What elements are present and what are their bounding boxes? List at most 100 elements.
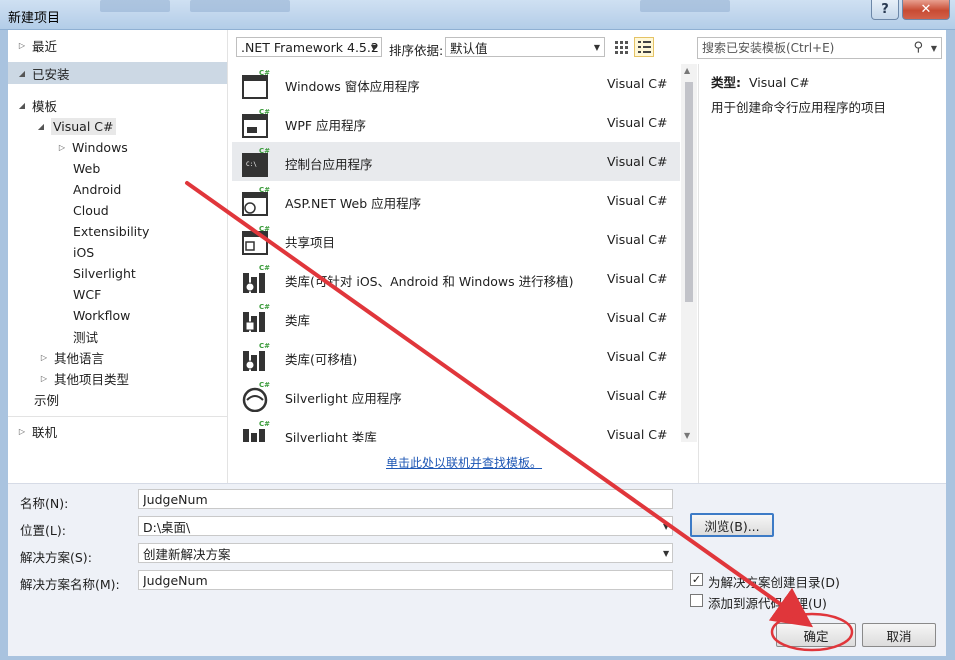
tree-item-online[interactable]: ▷ 联机: [16, 420, 57, 442]
collapse-arrow-icon[interactable]: ◢: [16, 101, 28, 110]
tree-item-samples[interactable]: 示例: [34, 388, 59, 410]
template-search-box[interactable]: ⚲ ▼: [697, 37, 942, 59]
sort-dropdown[interactable]: 默认值 ▼: [445, 37, 605, 57]
solution-name-field[interactable]: [138, 570, 673, 590]
template-item[interactable]: C# Silverlight 应用程序 Visual C#: [232, 376, 680, 415]
scroll-up-icon[interactable]: ▲: [684, 66, 690, 75]
svg-text:C#: C#: [259, 420, 270, 428]
background-window-blur: [190, 0, 290, 12]
template-item-selected[interactable]: C:\ C# 控制台应用程序 Visual C#: [232, 142, 680, 181]
svg-text:C#: C#: [259, 108, 270, 116]
source-control-checkbox[interactable]: [690, 594, 703, 607]
tree-item-wcf[interactable]: WCF: [73, 283, 101, 305]
expand-arrow-icon[interactable]: ▷: [38, 353, 50, 362]
template-language: Visual C#: [607, 310, 668, 325]
svg-text:C#: C#: [259, 186, 270, 194]
window-title: 新建项目: [8, 11, 61, 26]
title-bar: 新建项目 ? ✕: [0, 0, 955, 30]
template-name: 类库(可针对 iOS、Android 和 Windows 进行移植): [285, 274, 574, 289]
type-value: Visual C#: [749, 75, 810, 90]
svg-text:C#: C#: [259, 342, 270, 350]
template-name: 类库: [285, 313, 311, 328]
tree-item-visual-csharp[interactable]: ◢ Visual C#: [35, 115, 116, 137]
aspnet-web-icon: C#: [242, 186, 270, 216]
tree-item-other-project-types[interactable]: ▷ 其他项目类型: [38, 367, 129, 389]
template-item[interactable]: C# Silverlight 类库 Visual C#: [232, 415, 680, 442]
tree-item-installed[interactable]: ◢ 已安装: [8, 62, 227, 84]
solution-value: 创建新解决方案: [143, 546, 231, 562]
scrollbar-thumb[interactable]: [685, 82, 693, 302]
scroll-down-icon[interactable]: ▼: [684, 431, 690, 440]
small-icons-view-button[interactable]: [611, 37, 631, 57]
location-field[interactable]: [138, 516, 673, 536]
search-icon[interactable]: ⚲: [913, 40, 923, 55]
chevron-down-icon[interactable]: ▼: [663, 549, 669, 558]
tree-item-workflow[interactable]: Workflow: [73, 304, 130, 326]
expand-arrow-icon[interactable]: ▷: [16, 41, 28, 50]
solution-dropdown[interactable]: 创建新解决方案: [138, 543, 673, 563]
tree-item-web[interactable]: Web: [73, 157, 100, 179]
chevron-down-icon[interactable]: ▼: [663, 522, 669, 531]
expand-arrow-icon[interactable]: ▷: [56, 143, 68, 152]
tree-item-android[interactable]: Android: [73, 178, 121, 200]
tree-label: Windows: [72, 139, 128, 155]
tree-item-cloud[interactable]: Cloud: [73, 199, 109, 221]
template-item[interactable]: C# ASP.NET Web 应用程序 Visual C#: [232, 181, 680, 220]
template-item[interactable]: C# WPF 应用程序 Visual C#: [232, 103, 680, 142]
create-directory-label: 为解决方案创建目录(D): [708, 575, 840, 590]
cancel-button[interactable]: 取消: [862, 623, 936, 647]
tree-label: 其他项目类型: [54, 371, 130, 387]
source-control-label: 添加到源代码管理(U): [708, 596, 827, 611]
framework-dropdown[interactable]: .NET Framework 4.5.2 ▼: [236, 37, 382, 57]
tree-label: Visual C#: [51, 117, 116, 135]
template-tree: ▷ 最近 ◢ 已安装 ◢ 模板 ◢ Visual C# ▷ Windows Web…: [8, 30, 228, 483]
wpf-app-icon: C#: [242, 108, 270, 138]
tree-item-windows[interactable]: ▷ Windows: [56, 136, 128, 158]
location-label: 位置(L):: [20, 523, 66, 538]
name-label: 名称(N):: [20, 496, 69, 511]
collapse-arrow-icon[interactable]: ◢: [35, 122, 47, 131]
template-item[interactable]: C# 类库 Visual C#: [232, 298, 680, 337]
tree-label: 模板: [32, 98, 58, 114]
expand-arrow-icon[interactable]: ▷: [38, 374, 50, 383]
list-view-button[interactable]: [634, 37, 654, 57]
tree-item-ios[interactable]: iOS: [73, 241, 94, 263]
list-icon: [638, 41, 651, 53]
expand-arrow-icon[interactable]: ▷: [16, 427, 28, 436]
close-button[interactable]: ✕: [902, 0, 950, 20]
template-item[interactable]: C# 类库(可针对 iOS、Android 和 Windows 进行移植) Vi…: [232, 259, 680, 298]
template-name: WPF 应用程序: [285, 118, 367, 133]
sort-label: 排序依据:: [389, 43, 444, 58]
tree-item-extensibility[interactable]: Extensibility: [73, 220, 149, 242]
tree-item-test[interactable]: 测试: [73, 325, 98, 347]
template-name: Windows 窗体应用程序: [285, 79, 420, 94]
grid-icon: [615, 41, 628, 54]
template-item[interactable]: C# Windows 窗体应用程序 Visual C#: [232, 64, 680, 103]
tree-item-other-languages[interactable]: ▷ 其他语言: [38, 346, 104, 368]
template-language: Visual C#: [607, 349, 668, 364]
ok-button[interactable]: 确定: [776, 623, 856, 647]
help-button[interactable]: ?: [871, 0, 899, 20]
chevron-down-icon[interactable]: ▼: [931, 44, 937, 53]
tree-item-templates[interactable]: ◢ 模板: [16, 94, 57, 116]
tree-label: 其他语言: [54, 350, 105, 366]
search-input[interactable]: [698, 38, 898, 58]
browse-button[interactable]: 浏览(B)...: [690, 513, 774, 537]
template-description: 用于创建命令行应用程序的项目: [711, 100, 887, 115]
template-list-scrollbar[interactable]: ▲ ▼: [681, 64, 697, 442]
template-item[interactable]: C# 类库(可移植) Visual C#: [232, 337, 680, 376]
template-item[interactable]: C# 共享项目 Visual C#: [232, 220, 680, 259]
chevron-down-icon: ▼: [370, 43, 377, 52]
dialog-body: ▷ 最近 ◢ 已安装 ◢ 模板 ◢ Visual C# ▷ Windows Web…: [8, 30, 946, 656]
find-templates-online-link[interactable]: 单击此处以联机并查找模板。: [386, 454, 542, 471]
tree-item-recent[interactable]: ▷ 最近: [16, 34, 57, 56]
framework-value: .NET Framework 4.5.2: [241, 39, 379, 55]
template-language: Visual C#: [607, 193, 668, 208]
create-directory-checkbox[interactable]: ✓: [690, 573, 703, 586]
template-type: 类型: Visual C#: [711, 72, 810, 91]
name-field[interactable]: [138, 489, 673, 509]
tree-item-silverlight[interactable]: Silverlight: [73, 262, 136, 284]
template-language: Visual C#: [607, 154, 668, 169]
collapse-arrow-icon[interactable]: ◢: [16, 69, 28, 78]
svg-text:C#: C#: [259, 69, 270, 77]
